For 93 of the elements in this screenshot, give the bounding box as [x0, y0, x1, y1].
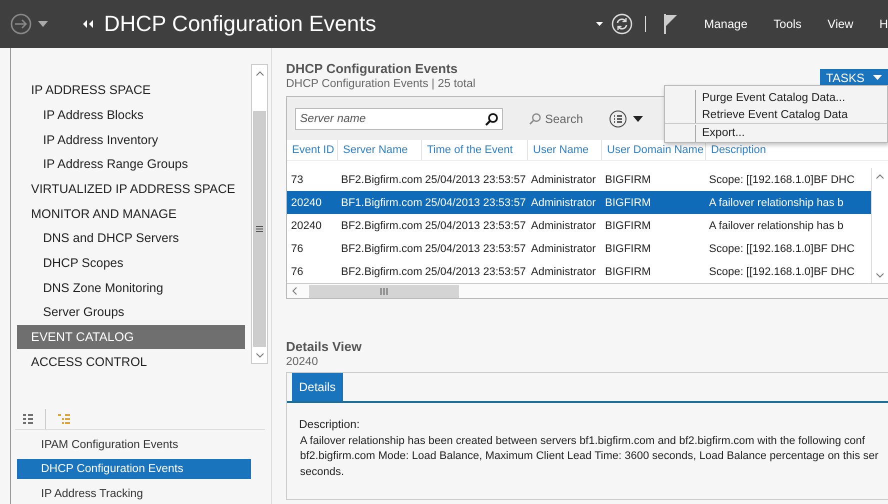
nav-item[interactable]: IP Address Inventory [17, 127, 245, 152]
refresh-icon[interactable] [611, 13, 634, 35]
nav-item[interactable]: DNS Zone Monitoring [17, 275, 245, 300]
sub-nav-item[interactable]: IPAM Configuration Events [17, 434, 251, 455]
section-subtitle: 20240 [286, 356, 319, 368]
table-cell-text: BF2.Bigfirm.com [340, 220, 421, 232]
caret-icon [596, 22, 604, 26]
menu-item[interactable]: Tools [774, 17, 802, 31]
nav-item[interactable]: VIRTUALIZED IP ADDRESS SPACE [17, 176, 245, 202]
table-cell-text: BIGFIRM [604, 220, 652, 232]
horizontal-scrollbar[interactable] [287, 283, 888, 298]
table-cell-text: BIGFIRM [604, 242, 652, 254]
grip-icon [380, 288, 388, 294]
table-cell-text: 76 [290, 266, 304, 278]
menu-item[interactable]: Manage [704, 17, 748, 31]
chevron-down-icon [256, 352, 264, 358]
table-cell-text: A failover relationship has b [708, 196, 845, 208]
filter-field[interactable]: Server name [295, 108, 503, 130]
scrollbar[interactable] [251, 64, 268, 364]
table-cell-text: Scope: [[192.168.1.0]BF DHC [708, 174, 856, 186]
search-button[interactable]: Search [523, 110, 590, 127]
caret-icon [38, 21, 48, 27]
table-cell-text: Administrator [530, 242, 597, 254]
table-cell-text: BIGFIRM [604, 196, 652, 208]
table-cell-text: 20240 [290, 220, 323, 232]
table-row[interactable]: 73 BF2.Bigfirm.com 25/04/2013 23:53:57 Administrator BIGFIRM Scope: [[192.168.1.0]BF DHC [287, 168, 871, 191]
table-cell-text: 25/04/2013 23:53:57 [424, 174, 527, 186]
menu-item[interactable]: View [828, 17, 854, 31]
table-cell-text: 73 [290, 174, 304, 186]
table-cell-text: BF2.Bigfirm.com [340, 266, 421, 278]
nav-item[interactable]: Server Groups [17, 300, 245, 325]
sub-nav-item[interactable]: IP Address Tracking [17, 483, 251, 504]
list-view-icon[interactable] [23, 414, 33, 424]
chevron-left-icon [292, 287, 296, 295]
table-cell-text: 25/04/2013 23:53:57 [424, 220, 527, 232]
nav-item[interactable]: IP ADDRESS SPACE [17, 78, 245, 103]
search-icon [485, 112, 498, 126]
table-cell-text: Administrator [530, 220, 597, 232]
column-header[interactable]: Description [705, 140, 888, 160]
table-cell-text: BF1.Bigfirm.com [340, 196, 421, 208]
nav-item[interactable]: DHCP Scopes [17, 250, 245, 276]
column-header[interactable]: Event ID [287, 140, 337, 160]
nav-item[interactable]: DNS and DHCP Servers [17, 226, 245, 251]
breadcrumb-chevron-icon [82, 20, 94, 28]
caret-icon [873, 75, 882, 80]
page-title: DHCP Configuration Events [104, 11, 376, 37]
nav-item[interactable]: EVENT CATALOG [17, 324, 245, 350]
description-label: Description: [299, 419, 361, 431]
table-cell-text: 20240 [290, 196, 323, 208]
table-cell-text: 25/04/2013 23:53:57 [424, 242, 527, 254]
chevron-up-icon [876, 174, 884, 178]
table-cell-text: Scope: [[192.168.1.0]BF DHC [708, 266, 856, 278]
description-text: A failover relationship has been created between servers bf1.bigfirm.com and bf2.bigfirm.com with the following conf bf2.bigfirm.com Mode: Load Balance, Maximum Client Lead Time: 3600 seconds, Load Balance percentage on this ser seconds. [300, 434, 880, 480]
table-cell-text: 25/04/2013 23:53:57 [424, 196, 527, 208]
table-row[interactable]: 20240 BF2.Bigfirm.com 25/04/2013 23:53:57 Administrator BIGFIRM A failover relationship has b [287, 214, 871, 237]
nav-item[interactable]: ACCESS CONTROL [17, 349, 245, 374]
table-cell-text: Administrator [530, 266, 597, 278]
table-row[interactable]: 20240 BF1.Bigfirm.com 25/04/2013 23:53:57 Administrator BIGFIRM A failover relationship has b [287, 191, 871, 214]
list-options-icon[interactable] [609, 110, 644, 128]
table-row[interactable]: 76 BF2.Bigfirm.com 25/04/2013 23:53:57 Administrator BIGFIRM Scope: [[192.168.1.0]BF DHC [287, 237, 871, 260]
table-cell-text: BIGFIRM [604, 174, 652, 186]
table-cell-text: BF2.Bigfirm.com [340, 242, 421, 254]
table-cell-text: 76 [290, 242, 304, 254]
nav-item[interactable]: IP Address Range Groups [17, 152, 245, 177]
menu-item[interactable]: Export... [695, 125, 887, 142]
nav-item[interactable]: MONITOR AND MANAGE [17, 201, 245, 226]
table-cell-text: 25/04/2013 23:53:57 [424, 266, 527, 278]
menu-item[interactable]: Purge Event Catalog Data... [695, 90, 887, 107]
nav-item[interactable]: IP Address Blocks [17, 102, 245, 128]
flag-icon[interactable] [664, 14, 678, 34]
sub-nav-item[interactable]: DHCP Configuration Events [17, 458, 251, 480]
search-icon [529, 112, 541, 125]
table-row[interactable]: 76 BF2.Bigfirm.com 25/04/2013 23:53:57 Administrator BIGFIRM Scope: [[192.168.1.0]BF DHC [287, 260, 871, 283]
column-header[interactable]: User Name [527, 140, 601, 160]
grip-icon [256, 226, 263, 232]
column-header[interactable]: Server Name [337, 140, 421, 160]
chevron-down-icon [876, 272, 884, 278]
table-cell-text: A failover relationship has b [708, 220, 845, 232]
table-cell-text: Administrator [530, 196, 597, 208]
chevron-up-icon [256, 70, 264, 76]
table-cell-text: Administrator [530, 174, 597, 186]
column-header[interactable]: User Domain Name [601, 140, 705, 160]
section-title: Details View [286, 339, 363, 354]
tab[interactable]: Details [292, 373, 343, 401]
table-cell-text: Scope: [[192.168.1.0]BF DHC [708, 242, 856, 254]
menu-item[interactable]: H [879, 17, 888, 31]
tasks-button[interactable]: TASKS [820, 69, 888, 86]
table-cell-text: BIGFIRM [604, 266, 652, 278]
section-title: DHCP Configuration Events [286, 61, 459, 76]
table-cell-text: BF2.Bigfirm.com [340, 174, 421, 186]
column-header[interactable]: Time of the Event [421, 140, 527, 160]
section-subtitle: DHCP Configuration Events | 25 total [286, 78, 476, 90]
tree-view-icon[interactable] [58, 414, 70, 424]
